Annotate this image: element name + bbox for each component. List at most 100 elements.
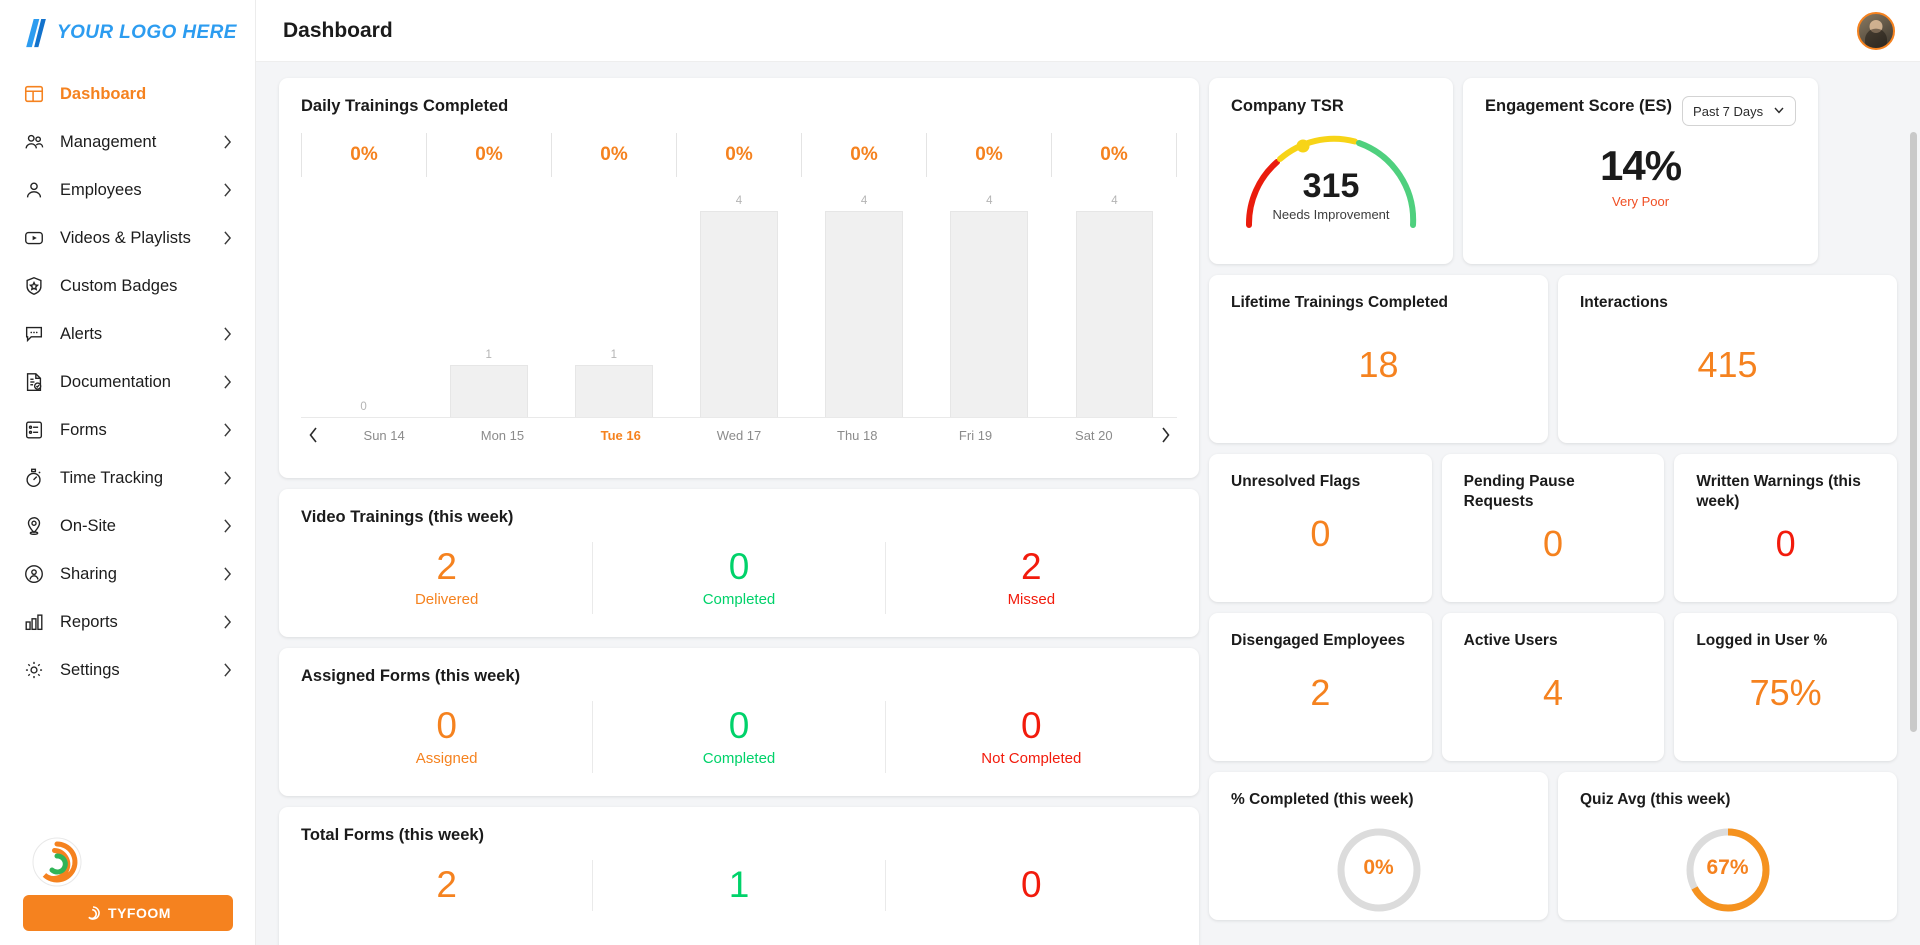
- sidebar-item-documentation[interactable]: Documentation: [0, 358, 255, 406]
- dashboard-scroll-area[interactable]: Daily Trainings Completed 0% 0% 0% 0% 0%…: [256, 62, 1920, 945]
- bar[interactable]: [700, 211, 778, 418]
- assigned-forms-card: Assigned Forms (this week) 0 Assigned 0 …: [279, 648, 1199, 796]
- stat-label: Not Completed: [981, 750, 1082, 768]
- pct-completed-title: % Completed (this week): [1231, 791, 1414, 808]
- stat-label: Completed: [702, 591, 776, 609]
- sidebar-item-custom-badges[interactable]: Custom Badges: [0, 262, 255, 310]
- chart-next-button[interactable]: [1153, 427, 1177, 443]
- total-forms-card: Total Forms (this week) 2 1 0: [279, 807, 1199, 945]
- written-warnings-value: 0: [1775, 522, 1796, 564]
- daily-trainings-plot: 0 1 1 4 4 4 4: [301, 187, 1177, 418]
- bar-chart-icon: [22, 610, 46, 634]
- chevron-right-icon: [223, 135, 233, 149]
- axis-label-row: Sun 14 Mon 15 Tue 16 Wed 17 Thu 18 Fri 1…: [325, 428, 1153, 443]
- bar[interactable]: [449, 365, 528, 418]
- bar-value-label: 1: [485, 349, 492, 362]
- tyfoom-spiral-icon: [32, 837, 82, 887]
- avatar[interactable]: [1857, 11, 1895, 50]
- lifetime-trainings-value: 18: [1358, 343, 1399, 385]
- engagement-score-header: Engagement Score (ES) Past 7 Days: [1485, 96, 1797, 126]
- share-person-icon: [22, 562, 46, 586]
- sidebar-item-settings[interactable]: Settings: [0, 646, 255, 694]
- tyfoom-brand-button[interactable]: TYFOOM: [23, 895, 233, 931]
- pct-completed-value: 0%: [1363, 855, 1394, 879]
- flags-pause-warnings-row: Unresolved Flags 0 Pending Pause Request…: [1209, 454, 1898, 602]
- engagement-range-value: Past 7 Days: [1693, 103, 1764, 119]
- stat-value: 2: [1021, 546, 1042, 588]
- sidebar-item-label: Alerts: [60, 324, 103, 343]
- engagement-score-card: Engagement Score (ES) Past 7 Days 14% Ve…: [1463, 78, 1819, 264]
- bar[interactable]: [950, 211, 1029, 418]
- sidebar-item-management[interactable]: Management: [0, 118, 255, 166]
- sidebar-item-reports[interactable]: Reports: [0, 598, 255, 646]
- axis-label[interactable]: Thu 18: [798, 428, 916, 443]
- interactions-value: 415: [1697, 343, 1758, 385]
- active-users-card: Active Users 4: [1441, 613, 1665, 761]
- sidebar-item-label: On-Site: [60, 516, 116, 535]
- written-warnings-title: Written Warnings (this week): [1696, 473, 1861, 510]
- dashboard-right-column: Company TSR 315 Needs Improvement Engage…: [1209, 78, 1898, 920]
- sidebar-item-sharing[interactable]: Sharing: [0, 550, 255, 598]
- bar[interactable]: [1075, 211, 1154, 418]
- bar-group[interactable]: 1: [426, 187, 551, 418]
- stat-missed: 2 Missed: [884, 542, 1177, 615]
- stat-total: 2: [301, 860, 592, 911]
- axis-label[interactable]: Sat 20: [1035, 428, 1153, 443]
- chevron-down-icon: [1773, 104, 1785, 119]
- sidebar-item-label: Management: [60, 132, 157, 151]
- sidebar-item-videos-playlists[interactable]: Videos & Playlists: [0, 214, 255, 262]
- bar-group[interactable]: 1: [551, 187, 676, 418]
- engagement-score-status: Very Poor: [1612, 194, 1670, 209]
- pct-completed-card: % Completed (this week) 0%: [1209, 772, 1548, 920]
- axis-label[interactable]: Fri 19: [916, 428, 1034, 443]
- vertical-scrollbar[interactable]: [1910, 132, 1917, 732]
- bar-group[interactable]: 4: [802, 187, 927, 418]
- bar-value-label: 4: [735, 195, 743, 208]
- chevron-right-icon: [223, 375, 233, 389]
- axis-label[interactable]: Wed 17: [680, 428, 798, 443]
- daily-trainings-title: Daily Trainings Completed: [301, 97, 509, 115]
- main-area: Dashboard Daily Trainings Completed 0% 0…: [256, 0, 1920, 945]
- sidebar-item-time-tracking[interactable]: Time Tracking: [0, 454, 255, 502]
- shield-star-icon: [22, 274, 46, 298]
- video-trainings-card: Video Trainings (this week) 2 Delivered …: [279, 489, 1199, 637]
- bar[interactable]: [825, 211, 903, 418]
- people-icon: [22, 130, 46, 154]
- axis-label-selected[interactable]: Tue 16: [562, 428, 680, 443]
- sidebar-item-on-site[interactable]: On-Site: [0, 502, 255, 550]
- bar-group[interactable]: 4: [676, 187, 801, 418]
- sidebar-item-label: Sharing: [60, 564, 117, 583]
- chart-prev-button[interactable]: [301, 427, 325, 443]
- stat-value: 0: [1021, 705, 1042, 747]
- video-trainings-title: Video Trainings (this week): [301, 508, 514, 526]
- bar[interactable]: [575, 365, 653, 418]
- gear-icon: [22, 658, 46, 682]
- axis-label[interactable]: Sun 14: [325, 428, 443, 443]
- bar-group[interactable]: 0: [301, 187, 426, 417]
- sidebar-item-forms[interactable]: Forms: [0, 406, 255, 454]
- bar-value-label: 4: [1111, 195, 1118, 208]
- sidebar-item-alerts[interactable]: Alerts: [0, 310, 255, 358]
- pct-completed-donut: 0%: [1231, 822, 1526, 918]
- total-forms-title: Total Forms (this week): [301, 826, 485, 844]
- logo-mark-icon: [26, 18, 46, 48]
- axis-label[interactable]: Mon 15: [443, 428, 561, 443]
- sidebar-item-employees[interactable]: Employees: [0, 166, 255, 214]
- sidebar-item-label: Custom Badges: [60, 276, 178, 295]
- sidebar-item-label: Time Tracking: [60, 468, 163, 487]
- stat-not-completed: 0 Not Completed: [884, 701, 1177, 774]
- map-pin-icon: [22, 514, 46, 538]
- video-trainings-stats: 2 Delivered 0 Completed 2 Missed: [301, 542, 1177, 615]
- engagement-range-select[interactable]: Past 7 Days: [1682, 96, 1797, 126]
- bar-group[interactable]: 4: [1052, 187, 1177, 418]
- lifetime-trainings-title: Lifetime Trainings Completed: [1231, 294, 1449, 311]
- chevron-right-icon: [223, 615, 233, 629]
- company-tsr-title: Company TSR: [1231, 97, 1344, 115]
- stopwatch-icon: [22, 466, 46, 490]
- bar-group[interactable]: 4: [927, 187, 1052, 418]
- logo[interactable]: YOUR LOGO HERE: [0, 0, 255, 66]
- written-warnings-card: Written Warnings (this week) 0: [1674, 454, 1898, 602]
- stat-label: Assigned: [415, 750, 478, 768]
- daily-trainings-percent-row: 0% 0% 0% 0% 0% 0% 0%: [301, 133, 1177, 178]
- sidebar-item-dashboard[interactable]: Dashboard: [0, 70, 255, 118]
